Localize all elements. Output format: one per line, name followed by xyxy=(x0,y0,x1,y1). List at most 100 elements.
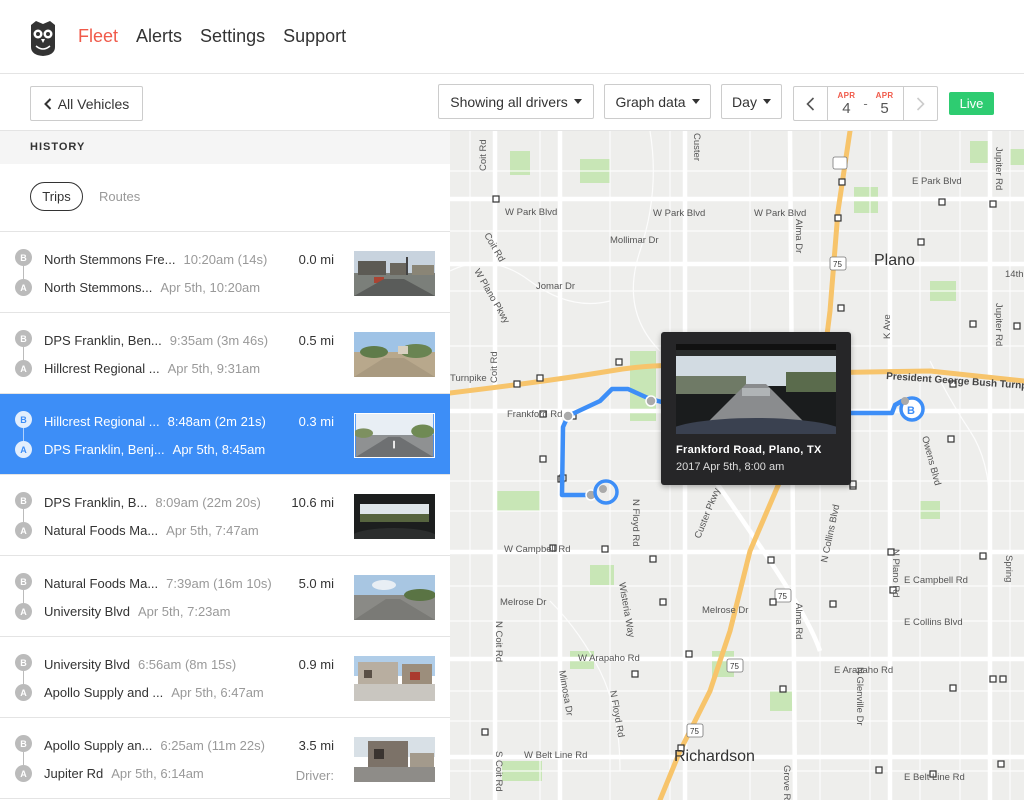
n-coit-label: N Coit Rd xyxy=(493,621,504,662)
trip-thumbnail[interactable] xyxy=(354,494,435,539)
next-date-button[interactable] xyxy=(904,87,937,120)
trip-row[interactable]: B A Apollo Supply an... 6:25am (11m 22s) … xyxy=(0,718,450,799)
trip-start-time: Apr 5th, 7:47am xyxy=(166,523,259,538)
trip-destination: Apollo Supply an... 6:25am (11m 22s) xyxy=(44,738,265,753)
caret-down-icon xyxy=(762,99,771,104)
trip-connector xyxy=(23,671,24,684)
live-button[interactable]: Live xyxy=(949,92,994,115)
w-plano-pkwy-label: W Plano Pkwy xyxy=(471,267,511,326)
jupiter-label: Jupiter Rd xyxy=(993,147,1004,190)
popup-dashcam-image[interactable] xyxy=(676,344,836,434)
n-collins-label: N Collins Blvd xyxy=(819,503,842,563)
trip-start-time: Apr 5th, 7:23am xyxy=(137,604,231,619)
chevron-left-icon xyxy=(43,97,51,110)
coit-label: Coit Rd xyxy=(489,351,500,383)
tab-routes[interactable]: Routes xyxy=(99,189,140,204)
date-to-day: 5 xyxy=(880,99,889,117)
city-label-richardson: Richardson xyxy=(674,748,755,765)
trip-origin: Natural Foods Ma... Apr 5th, 7:47am xyxy=(44,523,259,538)
nav-settings[interactable]: Settings xyxy=(200,26,265,47)
marker-a-icon: A xyxy=(15,684,32,701)
mollimar-label: Mollimar Dr xyxy=(610,235,659,246)
trip-thumbnail[interactable] xyxy=(354,413,435,458)
e-campbell-label: E Campbell Rd xyxy=(904,575,968,586)
main-nav: Fleet Alerts Settings Support xyxy=(78,26,346,47)
marker-a-icon: A xyxy=(15,603,32,620)
trip-destination: University Blvd 6:56am (8m 15s) xyxy=(44,657,236,672)
nav-fleet[interactable]: Fleet xyxy=(78,26,118,47)
date-to: APR 5 xyxy=(875,90,894,117)
trip-origin-name: Natural Foods Ma... xyxy=(44,523,159,538)
n-plano-label: N Plano Rd xyxy=(890,549,901,598)
period-label: Day xyxy=(732,93,757,110)
trip-thumbnail[interactable] xyxy=(354,332,435,377)
trip-thumbnail[interactable] xyxy=(354,575,435,620)
trip-end-dot xyxy=(901,397,909,405)
date-range[interactable]: APR 4 - APR 5 xyxy=(827,87,904,120)
trip-row[interactable]: B A Natural Foods Ma... 7:39am (16m 10s) … xyxy=(0,556,450,637)
alma-label: Alma Dr xyxy=(793,219,804,253)
trip-destination-name: Apollo Supply an... xyxy=(44,738,153,753)
trip-start-marker[interactable] xyxy=(593,479,619,505)
date-to-month: APR xyxy=(875,90,894,100)
trip-origin: Jupiter Rd Apr 5th, 6:14am xyxy=(44,766,204,781)
trip-destination-name: Natural Foods Ma... xyxy=(44,576,159,591)
trip-thumbnail[interactable] xyxy=(354,251,435,296)
graph-data-label: Graph data xyxy=(615,93,686,110)
trip-start-time: Apr 5th, 6:47am xyxy=(171,685,264,700)
all-vehicles-button[interactable]: All Vehicles xyxy=(30,86,143,121)
trip-thumbnail[interactable] xyxy=(354,656,435,701)
trip-row[interactable]: B A University Blvd 6:56am (8m 15s) Apoll… xyxy=(0,637,450,718)
marker-a-icon: A xyxy=(15,522,32,539)
coit-label: Coit Rd xyxy=(478,139,489,171)
trip-row[interactable]: B A DPS Franklin, Ben... 9:35am (3m 46s) … xyxy=(0,313,450,394)
popup-location: Frankford Road, Plano, TX xyxy=(676,444,822,456)
waypoint-dot[interactable] xyxy=(645,395,657,407)
k-ave-label: K Ave xyxy=(882,314,893,339)
trip-connector xyxy=(23,752,24,765)
period-dropdown[interactable]: Day xyxy=(721,84,782,119)
trip-distance: 0.0 mi xyxy=(298,252,334,267)
fourteenth-label: 14th xyxy=(1005,269,1024,280)
trip-connector xyxy=(23,347,24,360)
marker-b-icon: B xyxy=(15,573,32,590)
trip-distance: 0.9 mi xyxy=(298,657,334,672)
trip-end-time: 8:48am (2m 21s) xyxy=(167,414,266,429)
trip-distance: 0.3 mi xyxy=(298,414,334,429)
trip-origin-name: DPS Franklin, Benj... xyxy=(44,442,165,457)
trip-row[interactable]: B A North Stemmons Fre... 10:20am (14s) N… xyxy=(0,232,450,313)
nav-support[interactable]: Support xyxy=(283,26,346,47)
trip-start-dot xyxy=(599,485,607,493)
trip-end-time: 8:09am (22m 20s) xyxy=(155,495,261,510)
trip-destination: DPS Franklin, B... 8:09am (22m 20s) xyxy=(44,495,261,510)
trip-origin: Hillcrest Regional ... Apr 5th, 9:31am xyxy=(44,361,260,376)
trip-origin: North Stemmons... Apr 5th, 10:20am xyxy=(44,280,260,295)
prev-date-button[interactable] xyxy=(794,87,827,120)
trip-destination: North Stemmons Fre... 10:20am (14s) xyxy=(44,252,267,267)
w-belt-label: W Belt Line Rd xyxy=(524,750,587,761)
trip-origin-name: Jupiter Rd xyxy=(44,766,104,781)
trip-start-time: Apr 5th, 6:14am xyxy=(111,766,204,781)
trip-distance: 5.0 mi xyxy=(298,576,334,591)
location-popup[interactable]: Frankford Road, Plano, TX 2017 Apr 5th, … xyxy=(661,332,851,485)
date-from: APR 4 xyxy=(838,91,856,117)
caret-down-icon xyxy=(573,99,582,104)
drivers-filter-dropdown[interactable]: Showing all drivers xyxy=(438,84,594,119)
nav-alerts[interactable]: Alerts xyxy=(136,26,182,47)
e-park-blvd-label: E Park Blvd xyxy=(912,176,962,187)
trip-row[interactable]: B A Hillcrest Regional ... 8:48am (2m 21s… xyxy=(0,394,450,475)
wisteria-label: Wisteria Way xyxy=(616,582,637,639)
waypoint-dot[interactable] xyxy=(562,410,574,422)
trip-route[interactable] xyxy=(847,398,905,416)
graph-data-dropdown[interactable]: Graph data xyxy=(604,84,711,119)
trip-origin-name: Hillcrest Regional ... xyxy=(44,361,160,376)
trip-thumbnail[interactable] xyxy=(354,737,435,782)
date-from-day: 4 xyxy=(842,99,851,117)
date-separator: - xyxy=(863,96,868,111)
trip-connector xyxy=(23,590,24,603)
trip-row[interactable]: B A DPS Franklin, B... 8:09am (22m 20s) N… xyxy=(0,475,450,556)
owl-logo-icon[interactable] xyxy=(29,19,57,57)
trip-end-time: 6:25am (11m 22s) xyxy=(160,738,265,753)
tab-trips[interactable]: Trips xyxy=(30,182,83,211)
date-range-picker: APR 4 - APR 5 xyxy=(793,86,938,121)
